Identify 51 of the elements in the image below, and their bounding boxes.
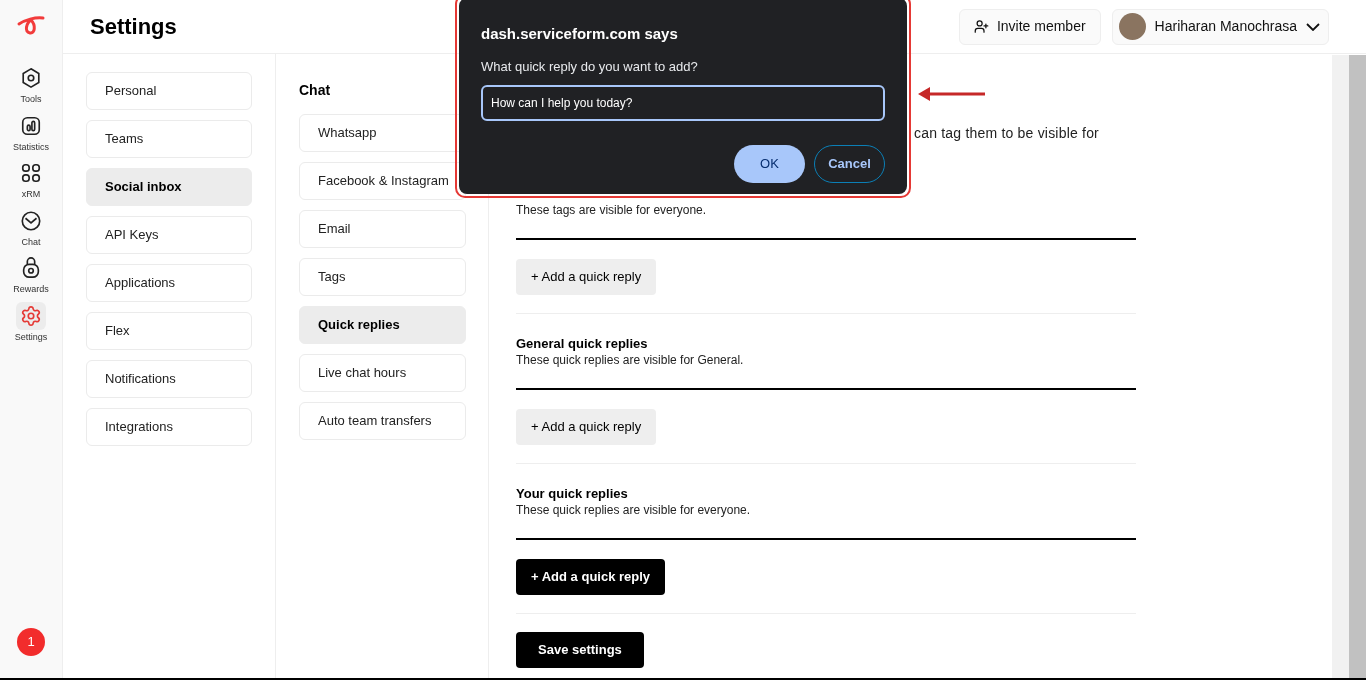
section-title: Your quick replies	[516, 485, 629, 501]
section-heading: Chat	[299, 81, 332, 100]
menu-item[interactable]: Email	[299, 210, 466, 248]
rail-item[interactable]: Rewards	[3, 254, 59, 297]
menu-item[interactable]: Live chat hours	[299, 354, 466, 392]
add-reply-button[interactable]: + Add a quick reply	[516, 559, 666, 595]
menu-item[interactable]: Applications	[86, 264, 252, 302]
ok-button[interactable]: OK	[734, 145, 805, 183]
save-button[interactable]: Save settings	[516, 632, 644, 668]
intro-text: can tag them to be visible for	[914, 124, 1100, 143]
grid-icon	[20, 162, 42, 184]
menu-item[interactable]: Teams	[86, 120, 252, 158]
notification-badge[interactable]: 1	[17, 628, 45, 656]
section-description: These quick replies are visible for General.	[516, 352, 745, 369]
menu-item[interactable]: Flex	[86, 312, 252, 350]
dialog-message: What quick reply do you want to add?	[481, 57, 699, 76]
section-description: These quick replies are visible for everyone.	[516, 502, 752, 519]
rail-item[interactable]: Tools	[3, 64, 59, 107]
add-reply-button[interactable]: + Add a quick reply	[516, 259, 657, 295]
chevron-down-icon	[1306, 22, 1320, 31]
menu-item[interactable]: Notifications	[86, 360, 252, 398]
rail-item[interactable]: Statistics	[3, 111, 59, 154]
section-description: These tags are visible for everyone.	[516, 202, 708, 219]
avatar	[1118, 13, 1146, 40]
add-reply-button[interactable]: + Add a quick reply	[516, 409, 657, 445]
logo-icon[interactable]	[16, 14, 46, 36]
menu-item[interactable]: Social inbox	[86, 168, 252, 206]
rail-item[interactable]: Chat	[3, 206, 59, 249]
page-title: Settings	[90, 13, 177, 41]
chart-icon	[20, 114, 42, 137]
menu-item[interactable]: Auto team transfers	[299, 402, 466, 440]
menu-item[interactable]: Facebook & Instagram	[299, 162, 466, 200]
rail-item[interactable]: Settings	[3, 301, 59, 344]
settings-icon	[20, 304, 42, 327]
menu-item[interactable]: Integrations	[86, 408, 252, 446]
reply-input[interactable]: How can I help you today?	[481, 85, 885, 121]
menu-item[interactable]: Tags	[299, 258, 466, 296]
hexagon-icon	[20, 67, 42, 89]
user-plus-icon	[973, 19, 989, 34]
rail-item[interactable]: xRM	[3, 159, 59, 202]
menu-item[interactable]: Personal	[86, 72, 252, 110]
scrollbar[interactable]	[1332, 55, 1366, 678]
user-menu[interactable]: Hariharan Manochrasa	[1111, 8, 1329, 45]
menu-item[interactable]: Quick replies	[299, 306, 466, 344]
section-title: General quick replies	[516, 335, 649, 351]
invite-button[interactable]: Invite member	[958, 8, 1101, 45]
message-icon	[20, 209, 42, 232]
lock-icon	[20, 257, 42, 279]
arrow-icon	[918, 86, 986, 102]
dialog-title: dash.serviceform.com says	[481, 24, 679, 44]
menu-item[interactable]: API Keys	[86, 216, 252, 254]
